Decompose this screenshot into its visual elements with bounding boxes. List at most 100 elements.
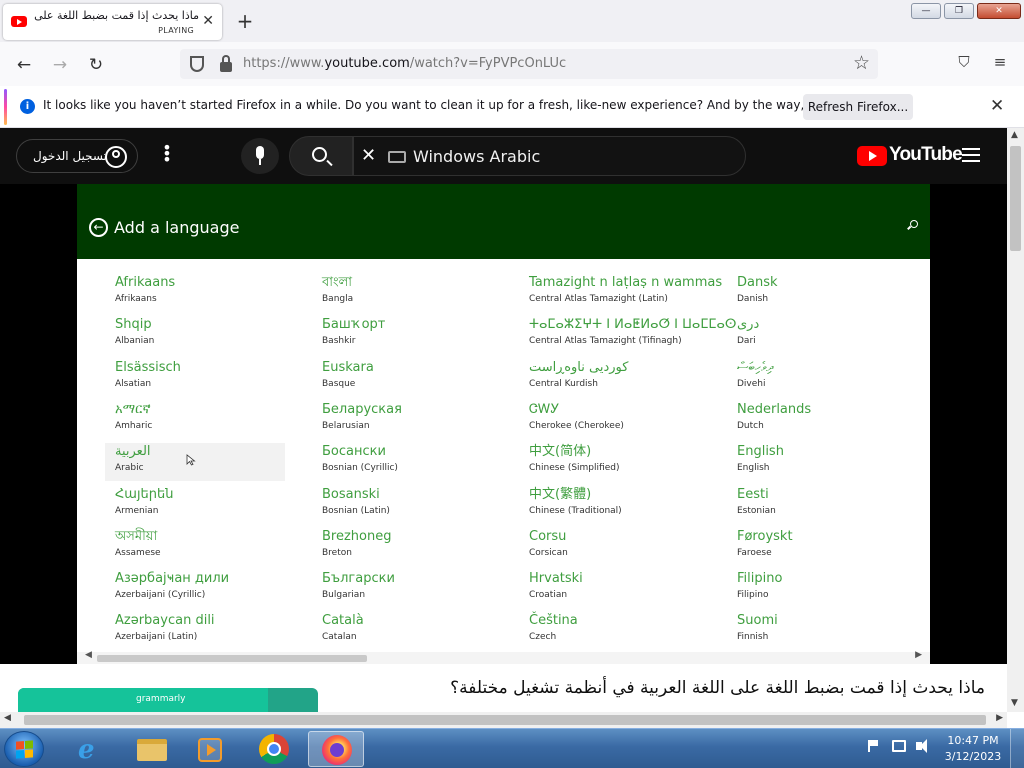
language-item[interactable]: Tamazight n laṭlaṣ n wammas Central Atlas… (529, 274, 723, 312)
language-item[interactable]: Afrikaans Afrikaans (115, 274, 295, 312)
page-vertical-scrollbar[interactable]: ▲ ▼ (1007, 128, 1024, 712)
language-item[interactable]: Азәрбајҹан дили Azerbaijani (Cyrillic) (115, 570, 295, 608)
language-item[interactable]: বাংলা Bangla (322, 274, 502, 312)
settings-menu-icon[interactable]: • • • (160, 140, 174, 168)
reload-button[interactable]: ↻ (85, 54, 107, 76)
bookmark-star-icon[interactable]: ☆ (853, 52, 870, 74)
language-item[interactable]: 中文(简体) Chinese (Simplified) (529, 443, 709, 481)
search-query[interactable]: Windows Arabic (413, 147, 540, 166)
language-item[interactable]: ᏣᎳᎩ Cherokee (Cherokee) (529, 401, 709, 439)
language-item[interactable]: Eesti Estonian (737, 486, 917, 524)
language-item[interactable]: Dansk Danish (737, 274, 917, 312)
language-item[interactable]: Հայերեն Armenian (115, 486, 295, 524)
browser-tab[interactable]: ماذا يحدث إذا قمت بضبط اللغة على ا PLAYI… (3, 4, 222, 40)
action-center-flag-icon[interactable] (868, 740, 878, 752)
app-menu-button[interactable]: ≡ (989, 53, 1011, 71)
minimize-button[interactable]: — (911, 3, 941, 19)
language-item[interactable]: Filipino Filipino (737, 570, 917, 608)
language-item[interactable]: Босански Bosnian (Cyrillic) (322, 443, 502, 481)
lock-icon[interactable] (220, 55, 232, 72)
keyboard-icon[interactable] (388, 151, 406, 163)
page-horizontal-scrollbar[interactable]: ◀ ▶ (0, 712, 1007, 728)
language-item[interactable]: 中文(繁體) Chinese (Traditional) (529, 486, 709, 524)
restore-button[interactable]: ❐ (944, 3, 974, 19)
scroll-down-arrow-icon[interactable]: ▼ (1011, 698, 1018, 708)
url-bar[interactable]: https://www.youtube.com/watch?v=FyPVPcOn… (180, 49, 878, 79)
forward-button[interactable]: → (49, 54, 71, 76)
language-item[interactable]: ⵜⴰⵎⴰⵣⵉⵖⵜ ⵏ ⵍⴰⵟⵍⴰⵚ ⵏ ⵡⴰⵎⵎⴰⵙ Central Atlas … (529, 316, 736, 354)
language-item[interactable]: Corsu Corsican (529, 528, 709, 566)
language-item[interactable]: Български Bulgarian (322, 570, 502, 608)
notification-close-icon[interactable]: ✕ (990, 96, 1004, 116)
language-item[interactable]: Hrvatski Croatian (529, 570, 709, 608)
back-arrow-icon: ← (89, 218, 108, 237)
voice-search-mic-icon[interactable] (241, 138, 279, 174)
language-item[interactable]: Shqip Albanian (115, 316, 295, 354)
window-close-button[interactable]: ✕ (977, 3, 1021, 19)
search-button[interactable] (289, 136, 353, 176)
language-item[interactable]: Català Catalan (322, 612, 502, 650)
ad-banner[interactable]: grammarly (18, 688, 318, 712)
url-text[interactable]: https://www.youtube.com/watch?v=FyPVPcOn… (243, 56, 566, 71)
taskbar-firefox[interactable] (308, 731, 364, 767)
language-item[interactable]: অসমীয়া Assamese (115, 528, 295, 566)
system-tray (862, 738, 942, 758)
language-item[interactable]: Nederlands Dutch (737, 401, 917, 439)
language-item[interactable]: Elsässisch Alsatian (115, 359, 295, 397)
language-item[interactable]: Башҡорт Bashkir (322, 316, 502, 354)
language-item[interactable]: English English (737, 443, 917, 481)
back-button[interactable]: ← (13, 54, 35, 76)
youtube-logo-icon[interactable] (857, 146, 887, 166)
clock[interactable]: 10:47 PM 3/12/2023 (942, 733, 1004, 765)
language-native-name: বাংলা (322, 275, 353, 290)
taskbar-file-explorer[interactable] (124, 731, 180, 767)
volume-icon[interactable] (916, 739, 927, 753)
search-input[interactable]: ✕ Windows Arabic (353, 136, 746, 176)
language-item[interactable]: Bosanski Bosnian (Latin) (322, 486, 502, 524)
pocket-icon[interactable]: ⛉ (953, 53, 975, 71)
language-item[interactable]: አማርኛ Amharic (115, 401, 295, 439)
language-item[interactable]: Føroyskt Faroese (737, 528, 917, 566)
taskbar-chrome[interactable] (246, 731, 302, 767)
taskbar-internet-explorer[interactable]: e (64, 731, 120, 767)
language-native-name: 中文(简体) (529, 444, 592, 460)
notification-accent (4, 89, 7, 125)
network-icon[interactable] (892, 740, 906, 752)
sign-in-button[interactable]: تسجيل الدخول (16, 139, 138, 173)
language-item[interactable]: ދިވެހިބަސް Divehi (737, 359, 917, 397)
language-native-name: Suomi (737, 613, 778, 629)
language-item[interactable]: Euskara Basque (322, 359, 502, 397)
watch-page-below-player: grammarly ماذا يحدث إذا قمت بضبط اللغة ع… (0, 664, 1007, 712)
tab-close-icon[interactable]: ✕ (202, 13, 214, 29)
language-native-name: Bosanski (322, 486, 380, 502)
tab-playing-label: PLAYING (158, 26, 194, 35)
language-english-name: Armenian (115, 505, 159, 516)
page-vertical-scroll-thumb[interactable] (1010, 146, 1021, 251)
page-horizontal-scroll-thumb[interactable] (24, 715, 986, 725)
language-item[interactable]: Suomi Finnish (737, 612, 917, 650)
language-english-name: Dutch (737, 420, 764, 431)
start-button[interactable] (4, 731, 44, 767)
clear-search-icon[interactable]: ✕ (361, 145, 376, 166)
language-native-name: Tamazight n laṭlaṣ n wammas (529, 275, 723, 290)
language-english-name: Estonian (737, 505, 776, 516)
language-item[interactable]: دری Dari (737, 316, 917, 354)
language-item[interactable]: Brezhoneg Breton (322, 528, 502, 566)
show-desktop-button[interactable] (1010, 729, 1024, 768)
new-tab-button[interactable]: + (235, 9, 255, 33)
language-english-name: Bangla (322, 294, 354, 304)
page-scroll-left-arrow-icon[interactable]: ◀ (4, 713, 11, 723)
taskbar-media-player[interactable] (182, 731, 238, 767)
page-scroll-right-arrow-icon[interactable]: ▶ (996, 713, 1003, 723)
language-item[interactable]: Azərbaycan dili Azerbaijani (Latin) (115, 612, 295, 650)
language-item[interactable]: کوردیی ناوەڕاست Central Kurdish (529, 359, 709, 397)
language-english-name: Bosnian (Cyrillic) (322, 463, 398, 474)
language-item[interactable]: Čeština Czech (529, 612, 709, 650)
youtube-logo-text[interactable]: YouTube (889, 144, 963, 166)
guide-menu-icon[interactable] (962, 148, 980, 162)
refresh-firefox-button[interactable]: Refresh Firefox... (803, 94, 913, 120)
scroll-up-arrow-icon[interactable]: ▲ (1011, 130, 1018, 140)
tracking-protection-shield-icon[interactable] (190, 56, 204, 72)
language-item[interactable]: Беларуская Belarusian (322, 401, 502, 439)
video-player[interactable]: ← Add a language Afrikaans Afrikaans Shqip… (0, 184, 1007, 664)
